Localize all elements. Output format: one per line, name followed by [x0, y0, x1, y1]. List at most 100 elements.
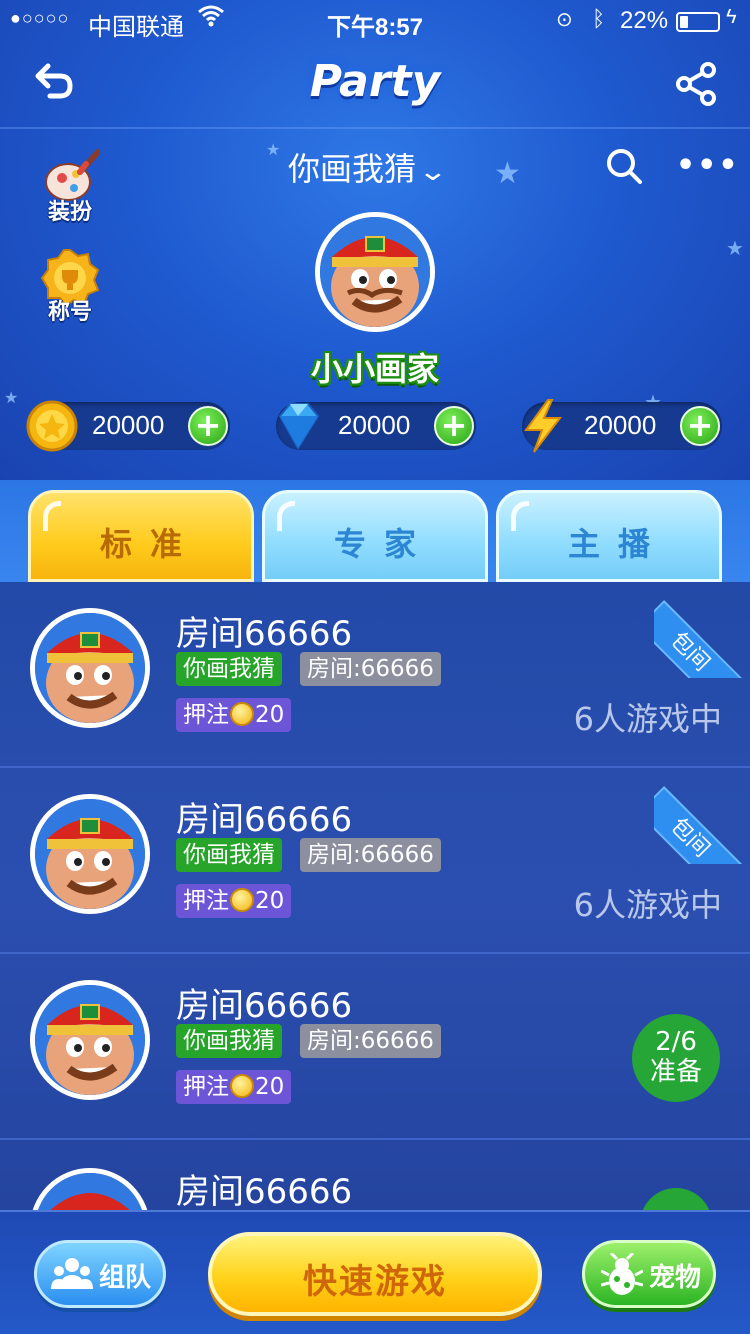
private-room-label: 包间 — [654, 786, 750, 864]
diamond-icon — [278, 403, 320, 450]
room-game-tag: 你画我猜 — [176, 652, 282, 686]
group-icon — [51, 1258, 93, 1289]
team-up-button[interactable]: 组队 — [34, 1240, 166, 1308]
room-id-tag: 房间:66666 — [300, 838, 441, 872]
bottom-action-bar: 组队 快速游戏 宠物 — [0, 1210, 750, 1334]
room-id-tag: 房间:66666 — [300, 1024, 441, 1058]
room-bet-tag: 押注 20 — [176, 1070, 292, 1104]
private-room-ribbon: 包间 — [654, 582, 750, 678]
lightning-icon — [524, 399, 563, 453]
bet-label: 押注 — [183, 1074, 229, 1100]
nav-divider — [0, 127, 750, 129]
dress-up-button[interactable]: 装扮 — [34, 148, 106, 226]
titles-button[interactable]: 称号 — [34, 248, 106, 326]
room-name: 房间66666 — [176, 1172, 353, 1210]
coin-icon — [230, 888, 254, 912]
plus-icon: + — [440, 406, 468, 444]
bet-amount: 20 — [255, 888, 285, 914]
battery-percent: 22% — [620, 7, 669, 34]
tab-streamer[interactable]: 主播 — [496, 490, 722, 582]
tab-standard[interactable]: 标准 — [28, 490, 254, 582]
tab-shine — [511, 501, 529, 531]
diamond-value: 20000 — [338, 410, 411, 440]
pet-button[interactable]: 宠物 — [582, 1240, 716, 1308]
sparkle-decoration: ★ — [494, 156, 521, 191]
rotation-lock-icon: ⊙ — [556, 9, 573, 31]
user-avatar[interactable] — [315, 212, 435, 332]
avatar-image — [320, 217, 430, 327]
mode-tabs: 标准 专家 主播 — [0, 480, 750, 582]
tab-shine — [277, 501, 295, 531]
add-coin-button[interactable]: + — [188, 406, 228, 446]
more-button[interactable]: ••• — [676, 148, 740, 183]
coin-value: 20000 — [92, 410, 165, 440]
room-name: 房间66666 — [176, 614, 353, 654]
plus-icon: + — [194, 406, 222, 444]
plus-icon: + — [686, 406, 714, 444]
private-room-label: 包间 — [654, 600, 750, 678]
coin-icon — [26, 400, 78, 452]
room-name: 房间66666 — [176, 800, 353, 840]
room-host-avatar — [30, 608, 150, 728]
room-game-tag: 你画我猜 — [176, 838, 282, 872]
page-title: Party — [309, 56, 441, 107]
tab-label: 主播 — [567, 525, 668, 563]
header-area: ★ ★ ★ ★ ★ ●○○○○ 中国联通 下午8:57 ⊙ ᛒ 22% ϟ Pa… — [0, 0, 750, 480]
bet-amount: 20 — [255, 702, 285, 728]
bug-pet-icon — [601, 1253, 643, 1295]
sparkle-decoration: ★ — [4, 388, 19, 407]
bet-label: 押注 — [183, 888, 229, 914]
pet-label: 宠物 — [649, 1263, 702, 1293]
room-host-avatar — [30, 980, 150, 1100]
share-icon — [676, 62, 716, 106]
nav-bar: Party — [0, 46, 750, 126]
search-icon — [607, 149, 642, 184]
room-game-tag: 你画我猜 — [176, 1024, 282, 1058]
add-energy-button[interactable]: + — [680, 406, 720, 446]
tab-shine — [43, 501, 61, 531]
ready-count: 2/6 — [655, 1027, 697, 1057]
room-name: 房间66666 — [176, 986, 353, 1026]
tab-label: 专家 — [333, 525, 434, 563]
share-button[interactable] — [672, 60, 720, 108]
ready-count-badge — [640, 1188, 712, 1210]
diamond-balance: 20000 + — [276, 402, 476, 450]
bluetooth-icon: ᛒ — [592, 6, 606, 31]
bet-label: 押注 — [183, 702, 229, 728]
room-bet-tag: 押注 20 — [176, 884, 292, 918]
chevron-down-icon: ⌄ — [417, 157, 449, 187]
room-bet-tag: 押注 20 — [176, 698, 292, 732]
tab-expert[interactable]: 专家 — [262, 490, 488, 582]
room-host-avatar — [30, 1168, 150, 1210]
room-list-item[interactable]: 房间66666 — [0, 1140, 750, 1210]
charging-icon: ϟ — [726, 6, 737, 28]
user-nickname: 小小画家 — [310, 350, 439, 388]
game-selector-value: 你画我猜 — [288, 150, 417, 188]
quick-game-label: 快速游戏 — [303, 1262, 447, 1302]
coin-balance: 20000 + — [26, 400, 230, 452]
battery-fill — [680, 16, 688, 28]
quick-game-button[interactable]: 快速游戏 — [208, 1232, 542, 1316]
game-selector-dropdown[interactable]: 你画我猜⌄ — [288, 144, 448, 190]
room-status: 6人游戏中 — [573, 886, 722, 924]
team-up-label: 组队 — [99, 1263, 152, 1293]
more-dots-icon: ••• — [676, 148, 740, 183]
room-list-item[interactable]: 房间66666 你画我猜 房间:66666 押注 20 6人游戏中 包间 — [0, 768, 750, 954]
ready-label: 准备 — [649, 1057, 702, 1087]
room-list-item[interactable]: 房间66666 你画我猜 房间:66666 押注 20 6人游戏中 包间 — [0, 582, 750, 768]
coin-icon — [230, 1074, 254, 1098]
search-button[interactable] — [604, 146, 644, 186]
private-room-ribbon: 包间 — [654, 768, 750, 864]
add-diamond-button[interactable]: + — [434, 406, 474, 446]
battery-icon — [676, 12, 720, 32]
status-bar: ●○○○○ 中国联通 下午8:57 ⊙ ᛒ 22% ϟ — [0, 0, 750, 42]
energy-balance: 20000 + — [522, 399, 722, 453]
room-id-tag: 房间:66666 — [300, 652, 441, 686]
room-host-avatar — [30, 794, 150, 914]
coin-icon — [230, 702, 254, 726]
room-list-item[interactable]: 房间66666 你画我猜 房间:66666 押注 20 2/6 准备 — [0, 954, 750, 1140]
room-list[interactable]: 房间66666 你画我猜 房间:66666 押注 20 6人游戏中 包间 房间66… — [0, 582, 750, 1210]
room-status: 6人游戏中 — [573, 700, 722, 738]
tab-label: 标准 — [99, 525, 200, 563]
bet-amount: 20 — [255, 1074, 285, 1100]
